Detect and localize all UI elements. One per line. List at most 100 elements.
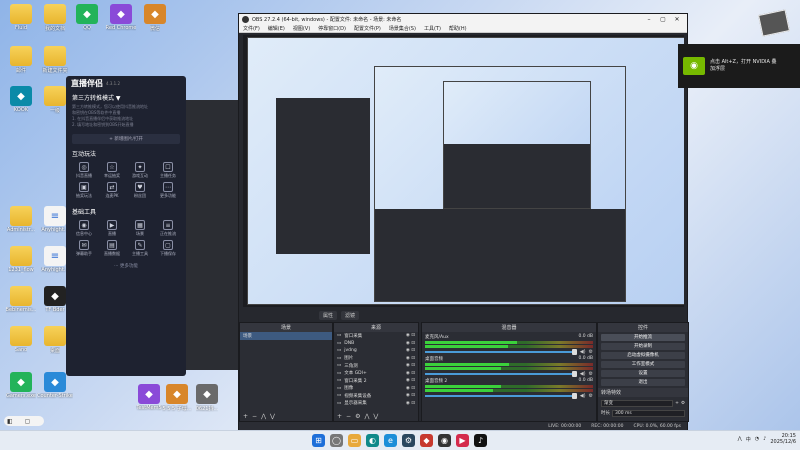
source-item[interactable]: ▭ 显示器采集 ◉ ⊡ xyxy=(334,400,418,408)
properties-tab[interactable]: 属性 xyxy=(319,310,338,320)
menu-item[interactable]: 停靠窗口(D) xyxy=(318,25,346,32)
desktop-icon[interactable]: Fluid xyxy=(4,4,38,31)
taskbar-app-icon[interactable]: ⚙ xyxy=(402,434,415,447)
menu-item[interactable]: 配置文件(P) xyxy=(354,25,381,32)
volume-slider[interactable] xyxy=(425,349,577,355)
desktop-icon[interactable]: ◆ QQ xyxy=(70,4,104,31)
clock[interactable]: 20:15 2025/12/6 xyxy=(770,433,796,445)
livestream-companion-window[interactable]: 直播伴侣 4.3.1.2 第三方转推模式 ▼ 第三方转推模式，您可以使用抖音推流… xyxy=(66,76,186,376)
speaker-icon[interactable]: ◀) xyxy=(580,349,586,355)
control-button[interactable]: 开始推流 xyxy=(601,333,685,341)
tool-button[interactable]: ✉ 弹幕助手 xyxy=(71,240,97,257)
scene-item[interactable]: 场景 xyxy=(240,332,332,340)
tool-button[interactable]: ✦ 游戏互动 xyxy=(127,162,153,179)
close-icon[interactable]: ✕ xyxy=(670,16,684,23)
tool-button[interactable]: ⋯ 更多功能 xyxy=(155,182,181,199)
more-functions-link[interactable]: ··· 更多功能 xyxy=(66,263,186,269)
slider-handle[interactable] xyxy=(571,349,577,355)
gear-icon[interactable]: ⚙ xyxy=(355,413,360,420)
language-indicator[interactable]: 中 xyxy=(746,436,751,443)
duration-input[interactable]: 300 ms xyxy=(612,409,685,417)
desktop-icon[interactable]: Sano xyxy=(4,326,38,353)
obs-window[interactable]: OBS 27.2.4 (64-bit, windows) - 配置文件: 未命名… xyxy=(238,13,689,431)
add-source-button[interactable]: + 新增图片/打开 xyxy=(72,134,180,144)
tool-button[interactable]: ▣ 抽奖玩法 xyxy=(71,182,97,199)
desktop-icon[interactable]: Bebinemis... xyxy=(4,286,38,313)
visibility-icon[interactable]: ◉ ⊡ xyxy=(406,341,415,346)
control-button[interactable]: 启动虚拟摄像机 xyxy=(601,351,685,359)
menu-item[interactable]: 编辑(E) xyxy=(268,25,285,32)
tool-button[interactable]: ☆ 幸运抽奖 xyxy=(99,162,125,179)
tool-button[interactable]: ◎ 抖音直播 xyxy=(71,162,97,179)
volume-slider[interactable] xyxy=(425,371,577,377)
gear-icon[interactable]: ⚙ xyxy=(589,371,593,377)
gear-icon[interactable]: ⚙ xyxy=(589,393,593,399)
visibility-icon[interactable]: ◉ ⊡ xyxy=(406,363,415,368)
obs-preview[interactable] xyxy=(243,35,684,307)
menu-item[interactable]: 场景集合(S) xyxy=(389,25,416,32)
remove-icon[interactable]: − xyxy=(346,413,351,420)
mode-selector[interactable]: 第三方转推模式 ▼ xyxy=(72,93,180,102)
desktop-icon[interactable]: ◆ Gamers.exe xyxy=(4,372,38,399)
move-down-icon[interactable]: ⋁ xyxy=(373,413,378,420)
chevron-up-icon[interactable]: ⋀ xyxy=(738,436,742,442)
volume-icon[interactable]: ♪ xyxy=(763,436,766,442)
source-item[interactable]: ▭ 图片 ◉ ⊡ xyxy=(334,355,418,363)
transition-type-select[interactable]: 渐变 xyxy=(601,399,674,407)
visibility-icon[interactable]: ◉ ⊡ xyxy=(406,371,415,376)
source-item[interactable]: ▭ jvdng ◉ ⊡ xyxy=(334,347,418,355)
source-item[interactable]: ▭ 窗口采集 ◉ ⊡ xyxy=(334,332,418,340)
desktop-icon[interactable]: ◆ KOOK xyxy=(4,86,38,113)
desktop-icon[interactable]: ◆ 微信 xyxy=(138,4,172,32)
tool-button[interactable]: ▶ 直播 xyxy=(99,220,125,237)
visibility-icon[interactable]: ◉ ⊡ xyxy=(406,348,415,353)
taskbar-app-icon[interactable]: ♪ xyxy=(474,434,487,447)
move-up-icon[interactable]: ⋀ xyxy=(364,413,369,420)
control-button[interactable]: 工作室模式 xyxy=(601,360,685,368)
visibility-icon[interactable]: ◉ ⊡ xyxy=(406,393,415,398)
maximize-icon[interactable]: ▢ xyxy=(656,16,670,23)
slider-handle[interactable] xyxy=(571,371,577,377)
visibility-icon[interactable]: ◉ ⊡ xyxy=(406,356,415,361)
minimize-icon[interactable]: – xyxy=(642,16,656,23)
gear-icon[interactable]: ⚙ xyxy=(681,401,685,406)
menu-item[interactable]: 帮助(H) xyxy=(449,25,467,32)
taskbar-app-icon[interactable]: ▶ xyxy=(456,434,469,447)
speaker-icon[interactable]: ◀) xyxy=(580,393,586,399)
source-item[interactable]: ▭ 窗口采集 2 ◉ ⊡ xyxy=(334,377,418,385)
desktop-icon[interactable]: Administr... xyxy=(4,206,38,233)
tool-button[interactable]: ⇄ 连麦PK xyxy=(99,182,125,199)
tool-button[interactable]: ✎ 主播工具 xyxy=(127,240,153,257)
source-item[interactable]: ▭ 文本 GDI+ ◉ ⊡ xyxy=(334,370,418,378)
desktop-icon[interactable]: 1231_flow xyxy=(4,246,38,273)
filters-tab[interactable]: 滤镜 xyxy=(341,310,360,320)
taskbar-app-icon[interactable]: ◉ xyxy=(438,434,451,447)
taskbar-app-icon[interactable]: e xyxy=(384,434,397,447)
menu-item[interactable]: 文件(F) xyxy=(243,25,260,32)
remove-icon[interactable]: − xyxy=(252,413,257,420)
visibility-icon[interactable]: ◉ ⊡ xyxy=(406,333,415,338)
desktop-icon[interactable]: 我的文档 xyxy=(38,4,72,32)
taskbar-app-icon[interactable]: ◯ xyxy=(330,434,343,447)
add-icon[interactable]: + xyxy=(337,413,342,420)
source-item[interactable]: ▭ DNB ◉ ⊡ xyxy=(334,340,418,348)
desktop-icon[interactable]: ◆Counter-Strike Global xyxy=(37,372,73,399)
move-down-icon[interactable]: ⋁ xyxy=(270,413,275,420)
taskbar-app-icon[interactable]: ▭ xyxy=(348,434,361,447)
gear-icon[interactable]: ⚙ xyxy=(589,349,593,355)
control-button[interactable]: 退出 xyxy=(601,378,685,386)
tool-button[interactable]: ▦ 场景 xyxy=(127,220,153,237)
tool-button[interactable]: ▢ 下播保存 xyxy=(155,240,181,257)
desktop-icon[interactable]: ◆ 0621抖... xyxy=(190,384,224,412)
desktop-icon[interactable]: 邮件 xyxy=(4,46,38,74)
source-item[interactable]: ▭ 图像 ◉ ⊡ xyxy=(334,385,418,393)
source-item[interactable]: ▭ 三角测 ◉ ⊡ xyxy=(334,362,418,370)
tool-button[interactable]: ♥ 粉丝团 xyxy=(127,182,153,199)
search-widget[interactable]: ◧ ▢ xyxy=(4,416,44,426)
speaker-icon[interactable]: ◀) xyxy=(580,371,586,377)
control-button[interactable]: 设置 xyxy=(601,369,685,377)
move-up-icon[interactable]: ⋀ xyxy=(261,413,266,420)
add-icon[interactable]: + xyxy=(675,401,679,406)
tool-button[interactable]: ▤ 直播数据 xyxy=(99,240,125,257)
menu-item[interactable]: 视图(V) xyxy=(293,25,310,32)
